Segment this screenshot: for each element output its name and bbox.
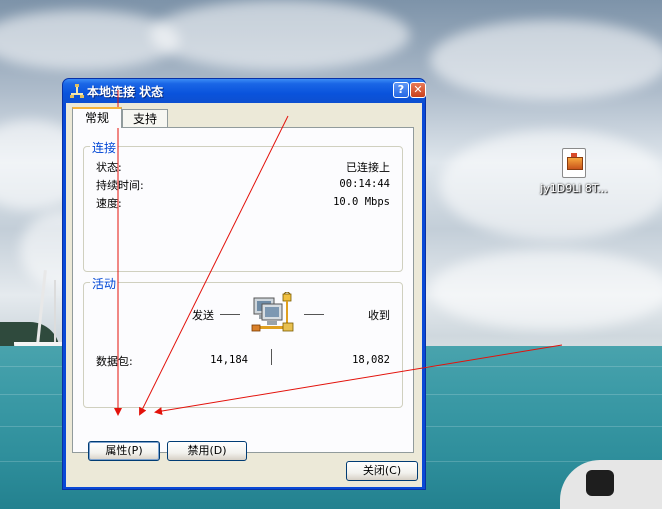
desktop-file-icon[interactable]: jy1D9Ll 8T... — [538, 148, 610, 195]
sent-divider — [220, 314, 240, 315]
packets-received-value: 18,082 — [352, 354, 390, 366]
window-client-area: 常规 支持 连接 状态: 已连接上 持续时间: 00:14:44 速度: 10.… — [66, 103, 422, 487]
packets-sent-value: 14,184 — [210, 354, 248, 366]
speed-value: 10.0 Mbps — [333, 196, 390, 208]
window-title: 本地连接 状态 — [87, 85, 164, 99]
properties-button[interactable]: 属性(P) — [88, 441, 160, 461]
activity-legend: 活动 — [90, 275, 119, 292]
tab-general[interactable]: 常规 — [72, 107, 122, 128]
file-icon — [562, 148, 586, 178]
connection-group: 连接 状态: 已连接上 持续时间: 00:14:44 速度: 10.0 Mbps — [83, 139, 403, 272]
title-close-button[interactable]: ✕ — [410, 82, 426, 98]
received-label: 收到 — [368, 309, 390, 322]
help-button[interactable]: ? — [393, 82, 409, 98]
network-connection-icon — [70, 84, 84, 98]
speed-label: 速度: — [96, 197, 122, 210]
desktop-icon-label: jy1D9Ll 8T... — [540, 182, 608, 195]
status-value: 已连接上 — [346, 161, 390, 174]
title-bar[interactable]: 本地连接 状态 ? ✕ — [63, 79, 426, 103]
tab-panel-general: 连接 状态: 已连接上 持续时间: 00:14:44 速度: 10.0 Mbps… — [72, 127, 414, 453]
tab-support[interactable]: 支持 — [122, 109, 168, 127]
network-activity-icon — [251, 292, 294, 332]
received-divider — [304, 314, 324, 315]
disable-button[interactable]: 禁用(D) — [167, 441, 247, 461]
duration-value: 00:14:44 — [339, 178, 390, 190]
packets-label: 数据包: — [96, 355, 133, 368]
packets-divider — [271, 349, 272, 365]
sent-label: 发送 — [192, 309, 214, 322]
connection-legend: 连接 — [90, 139, 119, 156]
close-button[interactable]: 关闭(C) — [346, 461, 418, 481]
connection-status-window: 本地连接 状态 ? ✕ 常规 支持 连接 状态: 已连接上 持续时间: 00:1… — [62, 78, 426, 490]
status-label: 状态: — [96, 161, 122, 174]
duration-label: 持续时间: — [96, 179, 144, 192]
activity-group: 活动 发送 收到 数据包: 14,184 18,082 — [83, 275, 403, 408]
